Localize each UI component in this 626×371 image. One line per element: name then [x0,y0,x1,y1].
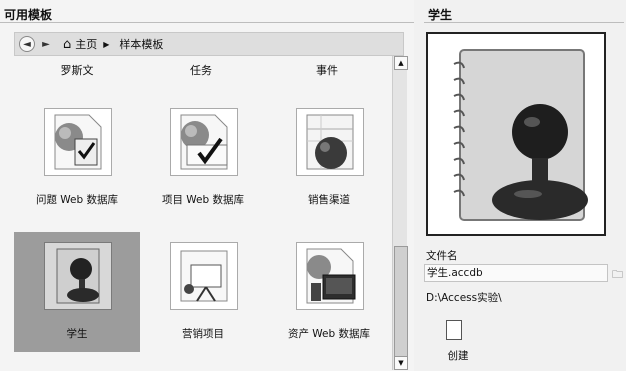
template-label-northwind[interactable]: 罗斯文 [32,62,122,78]
divider [0,22,414,23]
tile-caption: 学生 [66,328,88,340]
divider [424,22,624,23]
scroll-up-icon[interactable]: ▲ [394,56,408,70]
template-tile-sales-pipeline[interactable]: 销售渠道 [266,98,392,218]
tile-caption: 项目 Web 数据库 [161,194,245,206]
home-icon[interactable]: ⌂ [63,37,71,52]
template-tile-projects-web[interactable]: 项目 Web 数据库 [140,98,266,218]
issues-template-icon [44,108,112,176]
available-templates-panel: 可用模板 ◄ ► ⌂ 主页 ▶ 样本模板 罗斯文 任务 事件 问题 Web 数据… [0,0,414,371]
sales-pipeline-icon [296,108,364,176]
template-tile-marketing-projects[interactable]: 营销项目 [140,232,266,352]
template-label-tasks[interactable]: 任务 [156,62,246,78]
browse-folder-icon[interactable]: 🗀 [612,266,623,285]
tile-caption: 营销项目 [182,328,224,340]
save-path: D:\Access实验\ [426,292,502,304]
forward-button[interactable]: ► [37,35,55,53]
selected-template-title: 学生 [428,8,453,22]
template-tile-assets-web[interactable]: 资产 Web 数据库 [266,232,392,352]
students-template-icon [44,242,112,310]
breadcrumb-sample-templates[interactable]: 样本模板 [119,36,163,52]
projects-template-icon [170,108,238,176]
file-name-label: 文件名 [426,250,458,262]
tile-caption: 销售渠道 [308,194,350,206]
scroll-down-icon[interactable]: ▼ [394,356,408,370]
template-label-events[interactable]: 事件 [282,62,372,78]
create-button[interactable]: 创建 [438,318,478,364]
template-scrollbar[interactable]: ▲ ▼ [392,56,408,370]
template-details-panel: 学生 文件名 学生.accdb 🗀 D:\Access实验\ 创建 [414,0,626,371]
tile-caption: 资产 Web 数据库 [287,328,371,340]
template-tile-issues-web[interactable]: 问题 Web 数据库 [14,98,140,218]
create-label: 创建 [447,350,469,362]
template-tile-students[interactable]: 学生 [14,232,140,352]
breadcrumb-bar: ◄ ► ⌂ 主页 ▶ 样本模板 [14,32,404,56]
breadcrumb-home[interactable]: 主页 [75,36,97,52]
new-document-icon [446,320,462,340]
chevron-right-icon: ▶ [103,39,110,49]
back-button[interactable]: ◄ [19,36,35,52]
scroll-thumb[interactable] [394,246,408,368]
file-name-input[interactable]: 学生.accdb [424,264,608,282]
marketing-projects-icon [170,242,238,310]
section-title: 可用模板 [4,8,53,22]
tile-caption: 问题 Web 数据库 [35,194,119,206]
template-preview-image [426,32,606,236]
assets-template-icon [296,242,364,310]
